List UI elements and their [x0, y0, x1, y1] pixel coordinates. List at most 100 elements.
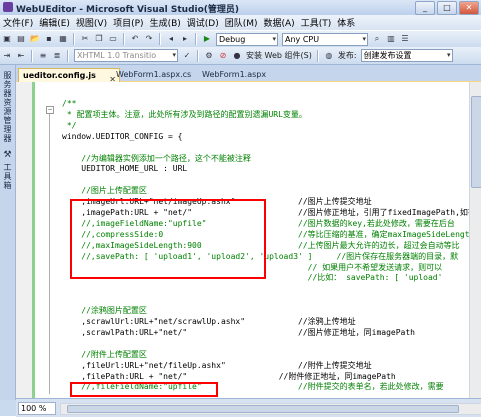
chevron-down-icon: ▾ — [172, 51, 176, 59]
menu-file[interactable]: 文件(F) — [0, 16, 36, 29]
close-button[interactable]: ✕ — [459, 1, 479, 15]
publish-profile-select[interactable]: 创建发布设置 ▾ — [360, 49, 453, 62]
server-explorer-tab[interactable]: 服务器资源管理器 — [2, 71, 13, 143]
navigate-forward-icon[interactable]: ▸ — [179, 33, 191, 45]
code-editor[interactable]: − /** * 配置项主体。注意，此处所有涉及到路径的配置别遗漏URL变量。 *… — [16, 82, 469, 398]
comment-icon[interactable]: ≡ — [37, 50, 49, 62]
menu-edit[interactable]: 编辑(E) — [36, 16, 73, 29]
settings-icon[interactable]: ⚙ — [203, 50, 215, 62]
toolbar-separator — [316, 49, 319, 62]
toolbar-separator — [31, 49, 33, 62]
tab-webform1-aspx[interactable]: WebForm1.aspx — [198, 68, 270, 81]
code-line: ,fileUrl:URL+"net/fileUp.ashx" //附件上传提交地… — [62, 360, 372, 370]
change-tracking-bar — [32, 82, 35, 398]
publish-profile-value: 创建发布设置 — [363, 51, 412, 60]
chevron-down-icon: ▾ — [447, 51, 451, 59]
save-all-icon[interactable]: ▦ — [57, 33, 69, 45]
uncomment-icon[interactable]: ≣ — [51, 50, 63, 62]
menu-team[interactable]: 团队(M) — [222, 16, 261, 29]
code-line: //涂鸦图片配置区 — [62, 306, 147, 316]
maximize-button[interactable]: □ — [437, 1, 457, 15]
horizontal-scrollbar[interactable] — [60, 403, 481, 415]
menu-data[interactable]: 数据(A) — [261, 16, 298, 29]
chevron-down-icon: ▾ — [272, 34, 276, 43]
find-icon[interactable]: ⌕ — [371, 33, 383, 45]
web-publish-icon: ◍ — [325, 50, 333, 60]
zoom-select[interactable]: 100 % — [18, 402, 56, 415]
open-file-icon[interactable]: 📂 — [29, 33, 41, 45]
vertical-scroll-thumb[interactable] — [471, 96, 481, 188]
code-line: ,scrawlUrl:URL+"net/scrawlUp.ashx" //涂鸦上… — [62, 317, 356, 326]
visual-studio-icon — [3, 2, 13, 12]
save-icon[interactable]: ▪ — [43, 33, 55, 45]
window-controls: _ □ ✕ — [415, 1, 479, 15]
code-line: //附件上传配置区 — [62, 349, 147, 359]
properties-icon[interactable]: ☰ — [399, 33, 411, 45]
code-line: * 配置项主体。注意，此处所有涉及到路径的配置别遗漏URL变量。 — [62, 109, 307, 119]
document-tab-row: ueditor.config.js ✕ WebForm1.aspx.cs Web… — [16, 65, 481, 84]
solution-explorer-icon[interactable]: ▥ — [385, 33, 397, 45]
tab-label: ueditor.config.js — [23, 71, 96, 80]
zoom-value: 100 % — [21, 404, 47, 413]
window-title: WebUEditor - Microsoft Visual Studio(管理员… — [16, 5, 240, 15]
solution-platform-select[interactable]: Any CPU ▾ — [282, 32, 368, 46]
toolbar-separator — [195, 33, 197, 45]
menu-architecture[interactable]: 体系 — [334, 16, 358, 29]
red-annotation-box — [70, 382, 218, 397]
toolbox-tab[interactable]: 工具箱 — [2, 163, 13, 190]
cut-icon[interactable]: ✂ — [79, 33, 91, 45]
ide-window: WebUEditor - Microsoft Visual Studio(管理员… — [0, 0, 481, 417]
validation-icon[interactable]: ✓ — [181, 50, 193, 62]
chevron-down-icon: ▾ — [362, 34, 366, 43]
code-line: UEDITOR_HOME_URL : URL — [62, 164, 188, 174]
install-web-components-icon: ● — [233, 50, 241, 60]
new-project-icon[interactable]: ▣ — [1, 33, 13, 45]
toolbox-icon: ⚒ — [3, 150, 12, 160]
stop-icon[interactable]: ⊘ — [217, 50, 229, 62]
navigate-back-icon[interactable]: ◂ — [165, 33, 177, 45]
code-line: //图片上传配置区 — [62, 186, 147, 196]
title-bar: WebUEditor - Microsoft Visual Studio(管理员… — [0, 0, 481, 16]
menu-debug[interactable]: 调试(D) — [184, 16, 222, 29]
doctype-value: XHTML 1.0 Transitio — [77, 51, 157, 60]
html-source-toolbar: ⇥ ⇤ ≡ ≣ XHTML 1.0 Transitio ▾ ✓ ⚙ ⊘ ● 安装 … — [0, 47, 481, 65]
start-debugging-icon[interactable]: ▶ — [201, 33, 213, 45]
redo-icon[interactable]: ↷ — [143, 33, 155, 45]
solution-configuration-value: Debug — [219, 34, 246, 44]
indent-icon[interactable]: ⇥ — [1, 50, 13, 62]
toolbar-separator — [123, 33, 125, 45]
vertical-scrollbar[interactable] — [469, 82, 481, 398]
undo-icon[interactable]: ↶ — [129, 33, 141, 45]
menu-project[interactable]: 项目(P) — [110, 16, 146, 29]
minimize-button[interactable]: _ — [415, 1, 435, 15]
code-line: ,scrawlPath:URL+"net/" //图片修正地址，同imagePa… — [62, 327, 415, 337]
copy-icon[interactable]: ❐ — [93, 33, 105, 45]
tab-label: WebForm1.aspx.cs — [116, 70, 192, 79]
editor-bottom-bar: 100 % — [16, 398, 481, 417]
menu-view[interactable]: 视图(V) — [73, 16, 110, 29]
add-item-icon[interactable]: ▤ — [15, 33, 27, 45]
menu-bar: 文件(F) 编辑(E) 视图(V) 项目(P) 生成(B) 调试(D) 团队(M… — [0, 15, 481, 30]
red-annotation-box — [70, 199, 266, 279]
menu-build[interactable]: 生成(B) — [147, 16, 184, 29]
toolbar-separator — [67, 49, 69, 62]
code-line: */ — [62, 120, 77, 130]
toolbar-separator — [159, 33, 161, 45]
solution-configuration-select[interactable]: Debug ▾ — [216, 32, 278, 46]
outline-collapse-icon[interactable]: − — [46, 106, 54, 114]
toolbar-separator — [197, 49, 199, 62]
install-web-components-button[interactable]: 安装 Web 组件(S) — [246, 50, 312, 61]
menu-tools[interactable]: 工具(T) — [298, 16, 335, 29]
outdent-icon[interactable]: ⇤ — [15, 50, 27, 62]
code-line: /** — [62, 99, 77, 108]
doctype-select[interactable]: XHTML 1.0 Transitio ▾ — [74, 49, 178, 62]
horizontal-scroll-thumb[interactable] — [67, 405, 459, 413]
paste-icon[interactable]: ▭ — [107, 33, 119, 45]
tab-label: WebForm1.aspx — [202, 70, 267, 79]
standard-toolbar: ▣ ▤ 📂 ▪ ▦ ✂ ❐ ▭ ↶ ↷ ◂ ▸ ▶ Debug ▾ Any CPU… — [0, 30, 481, 47]
solution-platform-value: Any CPU — [285, 34, 320, 44]
tab-webform1-aspx-cs[interactable]: WebForm1.aspx.cs — [112, 68, 195, 81]
toolbar-separator — [73, 33, 75, 45]
code-line: window.UEDITOR_CONFIG = { — [62, 131, 183, 141]
tab-ueditor-config[interactable]: ueditor.config.js ✕ — [18, 68, 120, 84]
